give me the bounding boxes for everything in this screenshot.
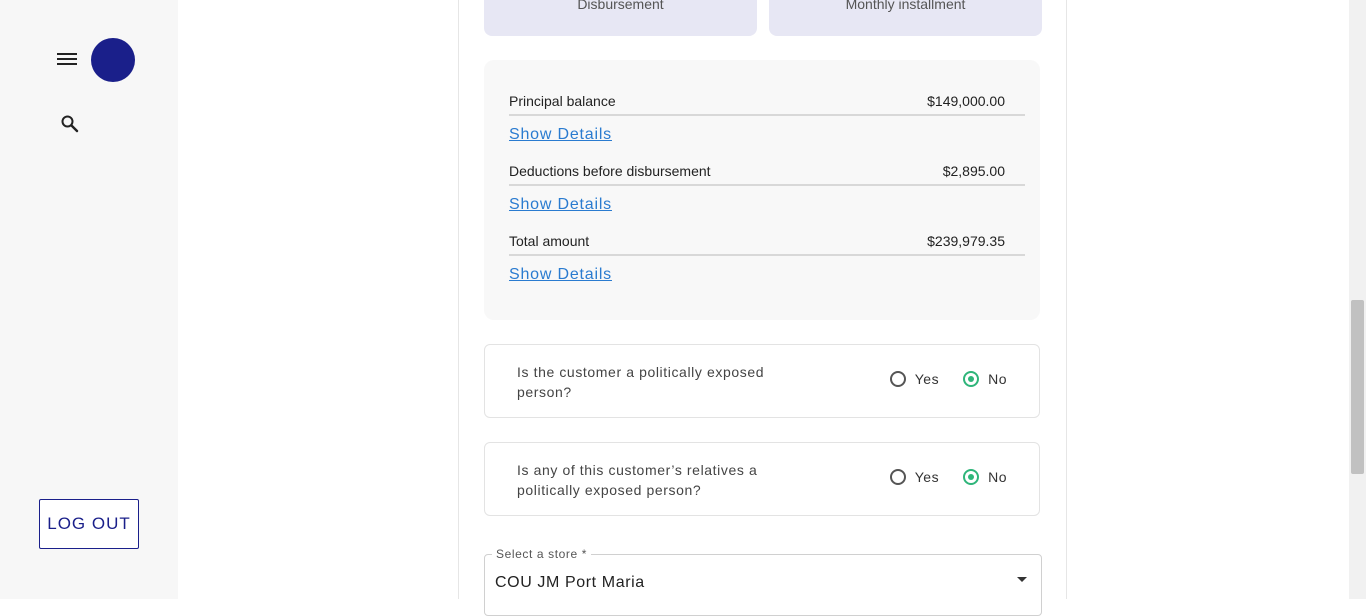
radio-yes[interactable] — [889, 469, 906, 485]
radio-option-no[interactable]: No — [963, 469, 1007, 485]
hamburger-menu-icon[interactable] — [57, 50, 77, 68]
sidebar: LOG OUT — [0, 0, 178, 599]
radio-option-yes[interactable]: Yes — [889, 371, 940, 387]
summary-row-label: Deductions before disbursement — [509, 163, 711, 179]
scrollbar[interactable] — [1349, 0, 1366, 599]
pep-question-text: Is the customer a politically exposed pe… — [517, 364, 765, 400]
radio-option-yes[interactable]: Yes — [889, 469, 940, 485]
radio-yes[interactable] — [889, 371, 906, 387]
show-details-link[interactable]: Show Details — [509, 196, 612, 214]
pep-radio-group: Yes No — [889, 469, 1007, 485]
summary-row-total: Total amount $239,979.35 — [509, 228, 1025, 256]
radio-option-no[interactable]: No — [963, 371, 1007, 387]
pep-question-customer: Is the customer a politically exposed pe… — [484, 344, 1040, 418]
summary-row-deductions: Deductions before disbursement $2,895.00 — [509, 158, 1025, 186]
summary-row-label: Total amount — [509, 233, 590, 249]
loan-summary-card: Principal balance $149,000.00 Show Detai… — [484, 60, 1040, 320]
avatar[interactable] — [91, 38, 135, 82]
summary-row-value: $2,895.00 — [942, 163, 1005, 179]
summary-row-principal: Principal balance $149,000.00 — [509, 88, 1025, 116]
radio-no-label: No — [988, 469, 1007, 485]
summary-row-label: Principal balance — [509, 93, 616, 109]
show-details-link[interactable]: Show Details — [509, 266, 612, 284]
show-details-link[interactable]: Show Details — [509, 126, 612, 144]
monthly-installment-card-label: Monthly installment — [845, 0, 966, 12]
scrollbar-thumb[interactable] — [1351, 300, 1364, 474]
radio-yes-label: Yes — [914, 371, 940, 387]
store-select-value: COU JM Port Maria — [495, 574, 645, 591]
pep-question-text: Is any of this customer’s relatives a po… — [517, 462, 758, 498]
pep-question-relatives: Is any of this customer’s relatives a po… — [484, 442, 1040, 516]
store-select-label: Select a store * — [492, 547, 591, 561]
search-icon[interactable] — [60, 114, 80, 134]
summary-row-value: $149,000.00 — [927, 93, 1005, 109]
logout-button[interactable]: LOG OUT — [39, 499, 139, 549]
radio-no-label: No — [988, 371, 1007, 387]
summary-row-value: $239,979.35 — [927, 233, 1005, 249]
chevron-down-icon[interactable] — [1017, 577, 1027, 582]
disbursement-card-label: Disbursement — [577, 0, 664, 12]
radio-yes-label: Yes — [914, 469, 940, 485]
pep-radio-group: Yes No — [889, 371, 1007, 387]
radio-no-selected[interactable] — [963, 469, 980, 485]
monthly-installment-card: Monthly installment — [769, 0, 1042, 36]
radio-no-selected[interactable] — [963, 371, 980, 387]
disbursement-card: Disbursement — [484, 0, 757, 36]
main-content: Disbursement Monthly installment Princip… — [458, 0, 1067, 616]
store-select[interactable]: Select a store * COU JM Port Maria — [484, 547, 1042, 616]
